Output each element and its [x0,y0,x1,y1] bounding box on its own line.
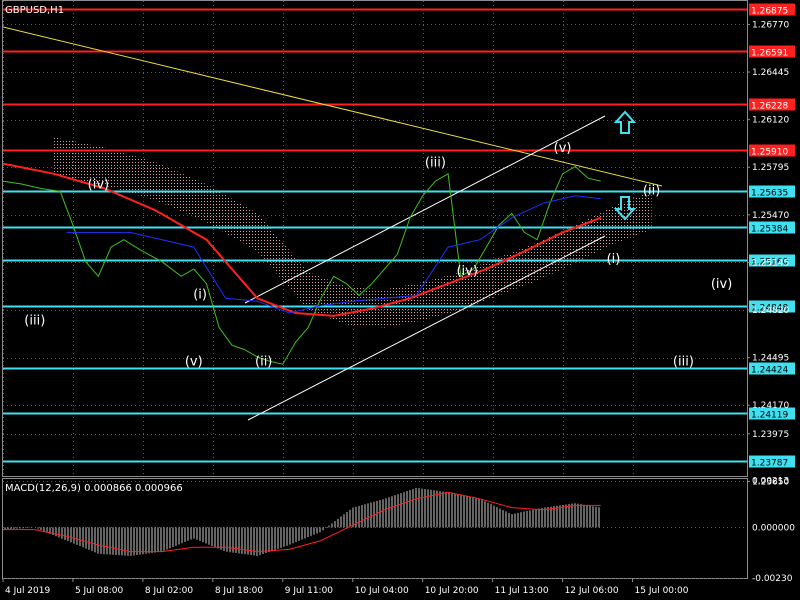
time-tick-label: 10 Jul 04:00 [355,586,409,596]
time-tick-label: 15 Jul 00:00 [635,586,689,596]
level-label: 1.26228 [751,102,788,112]
price-tick-label: 1.24495 [752,354,789,364]
wave-label: (v) [185,355,203,370]
macd-tick-label: -0.00230 [752,574,793,584]
time-tick-label: 8 Jul 18:00 [215,586,264,596]
level-label: 1.25384 [751,225,788,235]
level-label: 1.24424 [751,366,788,376]
level-label: 1.25635 [751,189,788,199]
time-tick-label: 9 Jul 11:00 [285,586,334,596]
level-label: 1.26875 [751,7,788,17]
time-tick-label: 11 Jul 13:00 [495,586,549,596]
wave-label: (iii) [24,314,45,329]
macd-tick-label: 0.000000 [752,523,795,533]
time-tick-label: 4 Jul 2019 [5,586,50,596]
level-label: 1.25910 [751,148,788,158]
price-tick-label: 1.25145 [752,258,789,268]
time-tick-label: 8 Jul 02:00 [145,586,194,596]
time-tick-label: 10 Jul 20:00 [425,586,479,596]
wave-label: (iv) [456,264,477,279]
level-label: 1.26591 [751,49,788,59]
main-chart-title: GBPUSD,H1 [5,5,64,16]
macd-tick-label: 0.00213 [752,477,789,487]
price-chart: 1.26875 1.26591 1.26228 1.25910 1.25635 1.253… [0,0,800,600]
price-tick-label: 1.25470 [752,211,789,221]
wave-label: (iv) [711,277,732,292]
price-tick-label: 1.23975 [752,430,789,440]
wave-label: (iii) [425,156,446,171]
price-tick-label: 1.24820 [752,306,789,316]
time-tick-label: 12 Jul 06:00 [565,586,619,596]
wave-label: (iv) [88,177,109,192]
wave-label: (v) [554,141,572,156]
time-tick-label: 5 Jul 08:00 [75,586,124,596]
wave-label: (ii) [255,355,272,370]
macd-title: MACD(12,26,9) 0.000866 0.000966 [5,483,183,494]
price-tick-label: 1.24170 [752,401,789,411]
level-label: 1.24119 [751,411,788,421]
price-tick-label: 1.26770 [752,20,789,30]
wave-label: (ii) [643,183,660,198]
price-tick-label: 1.26445 [752,68,789,78]
wave-label: (iii) [673,355,694,370]
wave-label: (i) [193,287,207,302]
price-tick-label: 1.25795 [752,163,789,173]
level-label: 1.23787 [751,459,788,469]
price-tick-label: 1.26120 [752,116,789,126]
wave-label: (i) [607,252,621,267]
